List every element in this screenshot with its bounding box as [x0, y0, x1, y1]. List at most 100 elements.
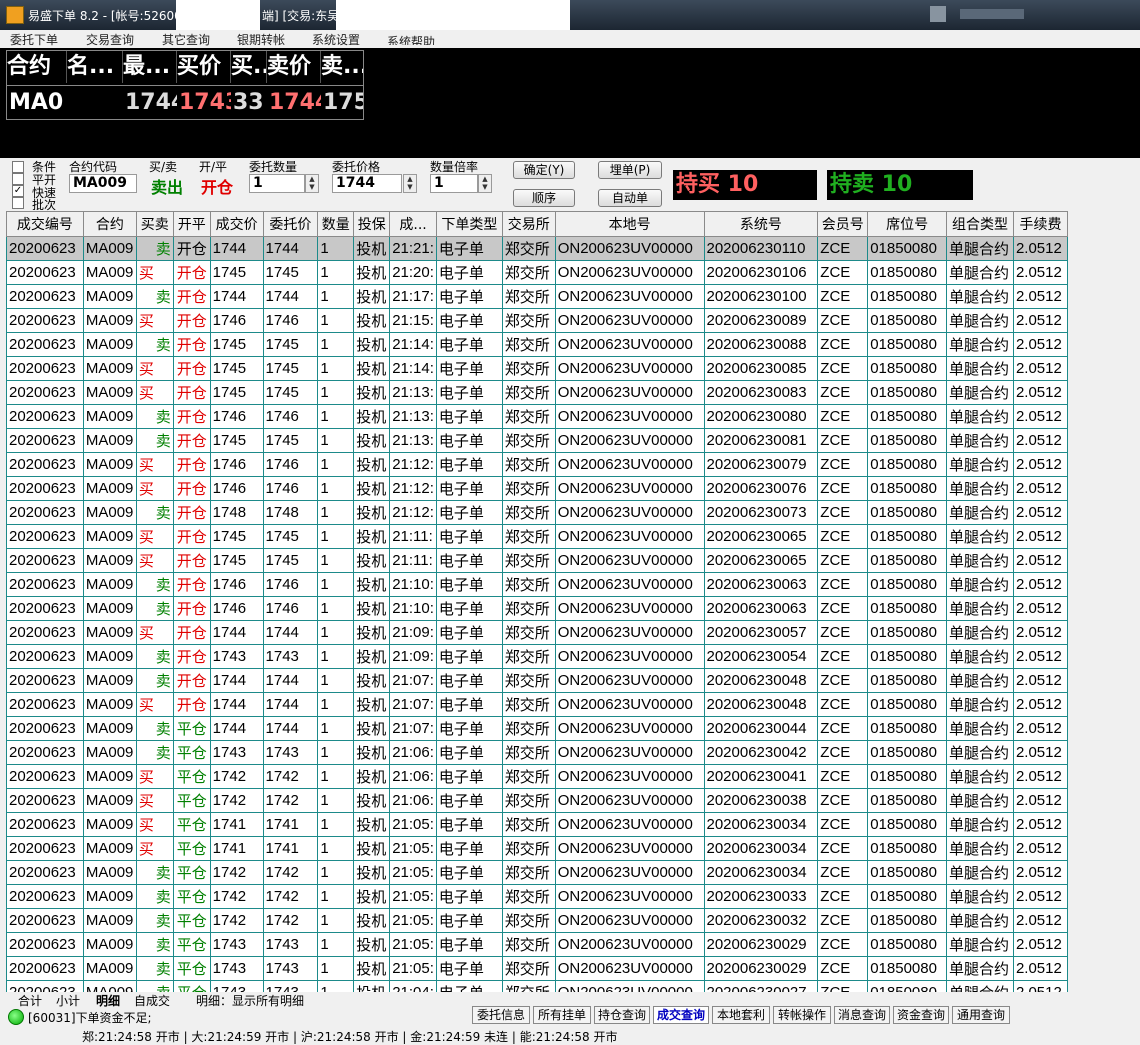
table-row[interactable]: 20200623 MA009 卖开仓 1744 1744 1 投机 21:07: 电子单 郑交所 O…	[6, 668, 1068, 693]
column-header[interactable]: 买卖	[135, 211, 174, 237]
table-row[interactable]: 20200623 MA009 卖平仓 1743 1743 1 投机 21:06: 电子单 郑交所 O…	[6, 740, 1068, 765]
table-row[interactable]: 20200623 MA009 卖开仓 1743 1743 1 投机 21:09: 电子单 郑交所 O…	[6, 644, 1068, 669]
multiplier-stepper[interactable]: ▲ ▼	[478, 174, 492, 193]
column-header[interactable]: 本地号	[554, 211, 705, 237]
table-cell: 01850080	[867, 836, 948, 861]
table-row[interactable]: 20200623 MA009 买开仓 1745 1745 1 投机 21:11: 电子单 郑交所 O…	[6, 524, 1068, 549]
menu-other-query[interactable]: 其它查询	[162, 31, 210, 48]
table-row[interactable]: 20200623 MA009 卖平仓 1742 1742 1 投机 21:05: 电子单 郑交所 O…	[6, 908, 1068, 933]
tab-message-query[interactable]: 消息查询	[834, 1006, 890, 1024]
table-row[interactable]: 20200623 MA009 卖开仓 1746 1746 1 投机 21:10: 电子单 郑交所 O…	[6, 596, 1068, 621]
table-row[interactable]: 20200623 MA009 卖平仓 1743 1743 1 投机 21:05: 电子单 郑交所 O…	[6, 932, 1068, 957]
table-row[interactable]: 20200623 MA009 买开仓 1746 1746 1 投机 21:12: 电子单 郑交所 O…	[6, 452, 1068, 477]
column-header[interactable]: 组合类型	[946, 211, 1014, 237]
menu-settings[interactable]: 系统设置	[312, 31, 360, 48]
column-header[interactable]: 会员号	[817, 211, 869, 237]
hold-buy-position[interactable]: 持买 10	[673, 170, 817, 200]
checkbox-fast[interactable]: ✓	[12, 185, 24, 197]
confirm-button[interactable]: 确定(Y)	[513, 161, 575, 179]
table-row[interactable]: 20200623 MA009 买平仓 1742 1742 1 投机 21:06: 电子单 郑交所 O…	[6, 764, 1068, 789]
subtab-total[interactable]: 合计	[18, 992, 42, 1009]
price-input[interactable]: 1744	[332, 174, 402, 193]
table-row[interactable]: 20200623 MA009 买开仓 1746 1746 1 投机 21:12: 电子单 郑交所 O…	[6, 476, 1068, 501]
table-cell: 1741	[262, 836, 319, 861]
table-row[interactable]: 20200623 MA009 卖平仓 1742 1742 1 投机 21:05: 电子单 郑交所 O…	[6, 860, 1068, 885]
column-header[interactable]: 成交编号	[6, 211, 84, 237]
multiplier-input[interactable]: 1	[430, 174, 478, 193]
table-row[interactable]: 20200623 MA009 卖开仓 1746 1746 1 投机 21:10: 电子单 郑交所 O…	[6, 572, 1068, 597]
column-header[interactable]: 投保	[353, 211, 391, 237]
tab-all-pending[interactable]: 所有挂单	[533, 1006, 591, 1024]
table-row[interactable]: 20200623 MA009 买开仓 1744 1744 1 投机 21:07: 电子单 郑交所 O…	[6, 692, 1068, 717]
table-row[interactable]: 20200623 MA009 买平仓 1741 1741 1 投机 21:05: 电子单 郑交所 O…	[6, 836, 1068, 861]
column-header[interactable]: 委托价	[262, 211, 319, 237]
subtab-self-trade[interactable]: 自成交	[134, 992, 170, 1009]
menu-bank-transfer[interactable]: 银期转帐	[237, 31, 285, 48]
quantity-input[interactable]: 1	[249, 174, 305, 193]
table-cell: 1742	[209, 908, 264, 933]
trade-table-container[interactable]: 成交编号 合约 买卖 开平 成交价 委托价 数量 投保 成... 下单类型 交易所 本地号 系统号 会员号…	[6, 211, 1068, 992]
tab-local-arbitrage[interactable]: 本地套利	[712, 1006, 770, 1024]
table-row[interactable]: 20200623 MA009 卖开仓 1745 1745 1 投机 21:14: 电子单 郑交所 O…	[6, 332, 1068, 357]
table-row[interactable]: 20200623 MA009 买开仓 1745 1745 1 投机 21:14: 电子单 郑交所 O…	[6, 356, 1068, 381]
column-header[interactable]: 合约	[82, 211, 137, 237]
column-header[interactable]: 数量	[317, 211, 355, 237]
table-row[interactable]: 20200623 MA009 卖开仓 1745 1745 1 投机 21:13: 电子单 郑交所 O…	[6, 428, 1068, 453]
hold-sell-position[interactable]: 持卖 10	[827, 170, 973, 200]
table-row[interactable]: 20200623MA009卖平仓174317431投机21:04:电子单郑交所O…	[6, 980, 1068, 992]
table-row[interactable]: 20200623 MA009 卖平仓 1742 1742 1 投机 21:05: 电子单 郑交所 O…	[6, 884, 1068, 909]
table-row[interactable]: 20200623 MA009 买开仓 1746 1746 1 投机 21:15: 电子单 郑交所 O…	[6, 308, 1068, 333]
sequence-button[interactable]: 顺序	[513, 189, 575, 207]
column-header[interactable]: 成...	[389, 211, 437, 237]
user-icon[interactable]	[930, 6, 946, 22]
table-row[interactable]: 20200623 MA009 卖开仓 1746 1746 1 投机 21:13: 电子单 郑交所 O…	[6, 404, 1068, 429]
tab-trade-query[interactable]: 成交查询	[653, 1006, 709, 1024]
table-row[interactable]: 20200623 MA009 买平仓 1741 1741 1 投机 21:05: 电子单 郑交所 O…	[6, 812, 1068, 837]
openclose-selector[interactable]: 开仓	[201, 174, 233, 198]
openclose-label: 开/平	[199, 160, 228, 174]
column-header[interactable]: 下单类型	[435, 211, 503, 237]
table-row[interactable]: 20200623 MA009 买平仓 1742 1742 1 投机 21:06: 电子单 郑交所 O…	[6, 788, 1068, 813]
table-row[interactable]: 20200623 MA009 买开仓 1745 1745 1 投机 21:13: 电子单 郑交所 O…	[6, 380, 1068, 405]
table-row[interactable]: 20200623 MA009 卖开仓 1744 1744 1 投机 21:17: 电子单 郑交所 O…	[6, 284, 1068, 309]
tab-general-query[interactable]: 通用查询	[952, 1006, 1010, 1024]
column-header[interactable]: 手续费	[1012, 211, 1068, 237]
table-cell: 1	[317, 476, 355, 501]
column-header[interactable]: 开平	[172, 211, 211, 237]
tab-funds-query[interactable]: 资金查询	[893, 1006, 949, 1024]
checkbox-flat-open[interactable]	[12, 173, 24, 185]
tab-position-query[interactable]: 持仓查询	[594, 1006, 650, 1024]
column-header[interactable]: 交易所	[501, 211, 556, 237]
quote-bid-price[interactable]: 1743	[179, 87, 231, 119]
menu-order[interactable]: 委托下单	[10, 31, 58, 48]
queue-order-button[interactable]: 埋单(P)	[598, 161, 662, 179]
table-row[interactable]: 20200623 MA009 卖平仓 1743 1743 1 投机 21:05: 电子单 郑交所 O…	[6, 956, 1068, 981]
checkbox-condition[interactable]	[12, 161, 24, 173]
table-row[interactable]: 20200623 MA009 买开仓 1745 1745 1 投机 21:20: 电子单 郑交所 O…	[6, 260, 1068, 285]
table-row[interactable]: 20200623 MA009 卖开仓 1748 1748 1 投机 21:12: 电子单 郑交所 O…	[6, 500, 1068, 525]
price-stepper[interactable]: ▲ ▼	[403, 174, 417, 193]
column-header[interactable]: 席位号	[867, 211, 948, 237]
side-selector[interactable]: 卖出	[151, 174, 183, 198]
table-row[interactable]: 20200623 MA009 买开仓 1744 1744 1 投机 21:09: 电子单 郑交所 O…	[6, 620, 1068, 645]
quantity-stepper[interactable]: ▲ ▼	[305, 174, 319, 193]
tab-transfer[interactable]: 转帐操作	[773, 1006, 831, 1024]
subtab-detail[interactable]: 明细	[96, 992, 120, 1009]
contract-code-input[interactable]: MA009	[69, 174, 137, 193]
quote-contract[interactable]: MA0	[9, 87, 67, 119]
column-header[interactable]: 系统号	[703, 211, 819, 237]
menu-trade-query[interactable]: 交易查询	[86, 31, 134, 48]
table-row[interactable]: 20200623 MA009 买开仓 1745 1745 1 投机 21:11: 电子单 郑交所 O…	[6, 548, 1068, 573]
table-cell: MA009	[82, 836, 137, 861]
table-row[interactable]: 20200623 MA009 卖平仓 1744 1744 1 投机 21:07: 电子单 郑交所 O…	[6, 716, 1068, 741]
subtab-subtotal[interactable]: 小计	[56, 992, 80, 1009]
auto-order-button[interactable]: 自动单	[598, 189, 662, 207]
table-cell: 202006230042	[703, 740, 819, 765]
column-header[interactable]: 成交价	[209, 211, 264, 237]
table-cell: 2.0512	[1012, 692, 1068, 717]
checkbox-batch[interactable]	[12, 197, 24, 209]
tab-order-info[interactable]: 委托信息	[472, 1006, 530, 1024]
menu-help[interactable]: 系统帮助	[387, 33, 435, 45]
table-row[interactable]: 20200623 MA009 卖开仓 1744 1744 1 投机 21:21: 电子单 郑交所 O…	[6, 236, 1068, 261]
quote-ask-price[interactable]: 1744	[269, 87, 321, 119]
